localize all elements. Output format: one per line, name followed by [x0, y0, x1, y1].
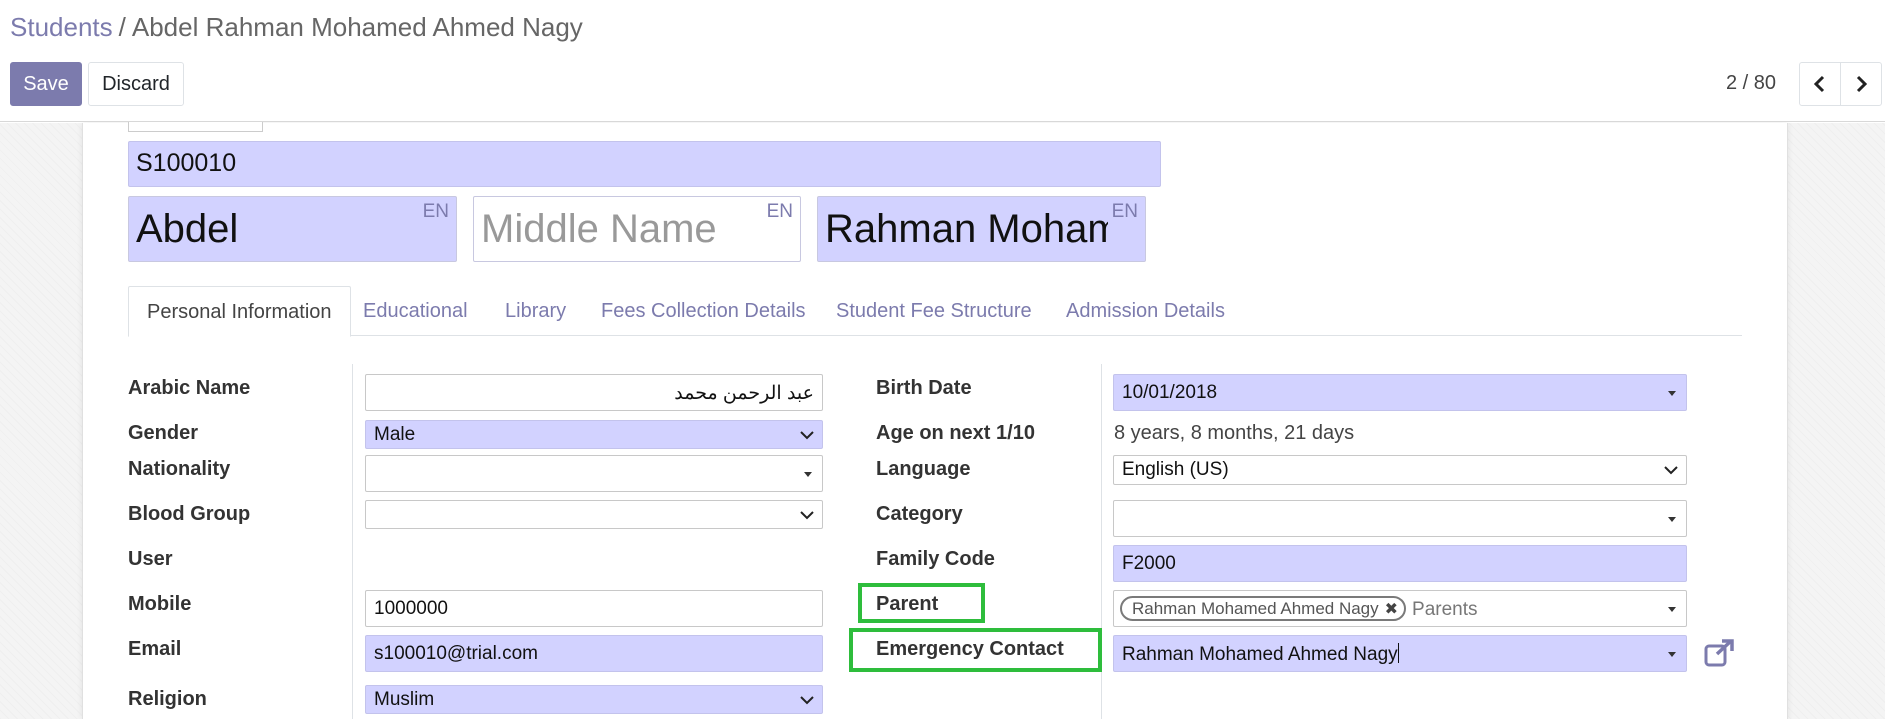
pager-next-button[interactable]: [1840, 62, 1882, 106]
middle-name-lang-badge[interactable]: EN: [767, 201, 793, 223]
caret-down-icon: [1668, 391, 1676, 396]
email-input[interactable]: s100010@trial.com: [365, 635, 823, 672]
last-name-field[interactable]: Rahman Mohamed Ahmed Nagy EN: [817, 196, 1146, 262]
birth-date-value: 10/01/2018: [1122, 382, 1218, 403]
first-name-field[interactable]: Abdel EN: [128, 196, 457, 262]
age-label: Age on next 1/10: [876, 422, 1035, 444]
discard-button[interactable]: Discard: [88, 62, 184, 106]
birth-date-label: Birth Date: [876, 377, 972, 399]
chevron-down-icon: [800, 511, 814, 520]
middle-name-placeholder: Middle Name: [481, 207, 717, 251]
parent-tag: Rahman Mohamed Ahmed Nagy ✖: [1120, 596, 1407, 621]
last-name-lang-badge[interactable]: EN: [1112, 201, 1138, 223]
tab-personal-information[interactable]: Personal Information: [128, 286, 351, 337]
nationality-input[interactable]: [365, 455, 823, 492]
text-cursor: [1397, 643, 1399, 663]
student-id-field[interactable]: S100010: [128, 141, 1161, 187]
external-link-icon[interactable]: [1703, 638, 1735, 668]
caret-down-icon: [1668, 652, 1676, 657]
emergency-contact-value: Rahman Mohamed Ahmed Nagy: [1122, 644, 1398, 665]
emergency-contact-input[interactable]: Rahman Mohamed Ahmed Nagy: [1113, 635, 1687, 672]
user-label: User: [128, 548, 173, 570]
emergency-contact-highlight-box: [849, 628, 1102, 672]
category-label: Category: [876, 503, 963, 525]
first-name-value: Abdel: [136, 207, 239, 251]
chevron-down-icon: [800, 696, 814, 705]
nationality-label: Nationality: [128, 458, 231, 480]
chevron-down-icon: [800, 431, 814, 440]
mobile-input[interactable]: 1000000: [365, 590, 823, 627]
gender-select[interactable]: Male: [365, 420, 823, 449]
tab-admission-details[interactable]: Admission Details: [1048, 286, 1243, 336]
parent-tag-label: Rahman Mohamed Ahmed Nagy: [1132, 598, 1379, 618]
gender-value: Male: [374, 424, 416, 445]
chevron-left-icon: [1813, 75, 1825, 93]
breadcrumb-students-link[interactable]: Students: [10, 12, 113, 42]
pager-previous-button[interactable]: [1799, 62, 1841, 106]
category-input[interactable]: [1113, 500, 1687, 537]
middle-name-field[interactable]: Middle Name EN: [473, 196, 801, 262]
parent-highlight-box: [858, 583, 985, 623]
tab-library[interactable]: Library: [487, 286, 584, 336]
religion-value: Muslim: [374, 689, 435, 710]
first-name-lang-badge[interactable]: EN: [423, 201, 449, 223]
blood-group-label: Blood Group: [128, 503, 251, 525]
last-name-value: Rahman Mohamed Ahmed Nagy: [825, 207, 1108, 251]
caret-down-icon: [804, 472, 812, 477]
breadcrumb-current: Abdel Rahman Mohamed Ahmed Nagy: [131, 12, 583, 42]
tab-fees-collection-details[interactable]: Fees Collection Details: [583, 286, 824, 336]
arabic-name-label: Arabic Name: [128, 377, 251, 399]
chevron-right-icon: [1856, 75, 1868, 93]
pager-value[interactable]: 2 / 80: [1726, 72, 1776, 95]
breadcrumb-separator: /: [118, 12, 126, 42]
language-label: Language: [876, 458, 971, 480]
age-value: 8 years, 8 months, 21 days: [1114, 422, 1355, 444]
left-column-divider: [352, 364, 353, 719]
chevron-down-icon: [1664, 466, 1678, 475]
arabic-name-input[interactable]: عبد الرحمن محمد: [365, 374, 823, 411]
gender-label: Gender: [128, 422, 199, 444]
religion-label: Religion: [128, 688, 207, 710]
remove-tag-icon[interactable]: ✖: [1385, 599, 1398, 619]
breadcrumb: Students / Abdel Rahman Mohamed Ahmed Nagy: [10, 12, 583, 43]
family-code-label: Family Code: [876, 548, 995, 570]
control-panel: Students / Abdel Rahman Mohamed Ahmed Nagy…: [0, 0, 1885, 122]
religion-select[interactable]: Muslim: [365, 685, 823, 714]
parent-many2many-input[interactable]: Rahman Mohamed Ahmed Nagy ✖ Parents: [1113, 590, 1687, 627]
parent-input-placeholder: Parents: [1412, 598, 1478, 620]
blood-group-select[interactable]: [365, 500, 823, 529]
save-button[interactable]: Save: [10, 62, 82, 106]
email-label: Email: [128, 638, 182, 660]
mobile-label: Mobile: [128, 593, 192, 615]
notebook-tabs: Personal Information Educational Library…: [128, 286, 1742, 337]
caret-down-icon: [1668, 517, 1676, 522]
caret-down-icon: [1668, 607, 1676, 612]
family-code-input[interactable]: F2000: [1113, 545, 1687, 582]
language-select[interactable]: English (US): [1113, 455, 1687, 485]
birth-date-input[interactable]: 10/01/2018: [1113, 374, 1687, 411]
language-value: English (US): [1122, 459, 1229, 480]
tab-student-fee-structure[interactable]: Student Fee Structure: [818, 286, 1050, 336]
tab-educational[interactable]: Educational: [345, 286, 486, 336]
